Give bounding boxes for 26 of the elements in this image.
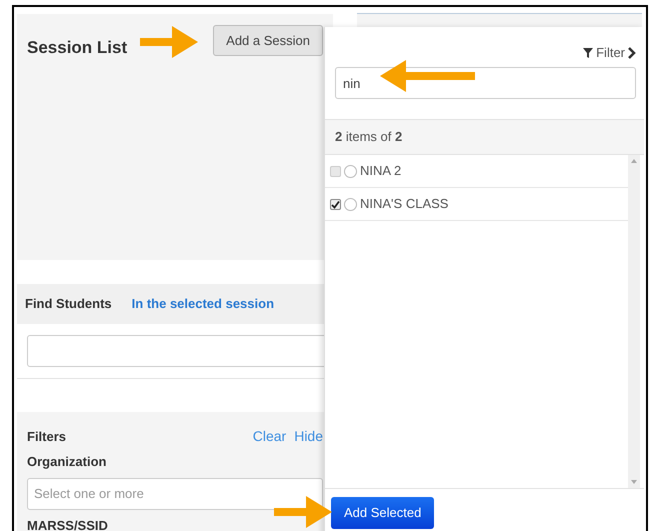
checkbox[interactable] bbox=[330, 198, 341, 210]
arrow-annotation bbox=[274, 494, 332, 530]
session-name: NINA'S CLASS bbox=[360, 195, 448, 214]
organization-field[interactable]: Select one or more bbox=[27, 478, 323, 510]
session-list-title: Session List bbox=[27, 37, 128, 59]
item-count: 2 items of 2 bbox=[335, 128, 402, 146]
add-session-button[interactable]: Add a Session bbox=[213, 25, 323, 56]
scrollbar[interactable] bbox=[628, 155, 640, 488]
session-name: NINA 2 bbox=[360, 162, 402, 180]
session-list-item[interactable]: NINA 2 bbox=[325, 155, 628, 188]
scroll-up-icon[interactable] bbox=[631, 159, 637, 163]
session-search-field[interactable]: nin bbox=[335, 67, 636, 99]
chevron-right-icon bbox=[628, 47, 636, 59]
funnel-icon bbox=[583, 48, 594, 58]
organization-label: Organization bbox=[27, 453, 108, 471]
find-students-title: Find Students bbox=[25, 295, 112, 314]
arrow-annotation bbox=[140, 24, 198, 60]
radio-button[interactable] bbox=[344, 198, 357, 210]
session-list-item[interactable]: NINA'S CLASS bbox=[325, 188, 628, 221]
add-selected-button[interactable]: Add Selected bbox=[331, 497, 434, 529]
selected-session-link[interactable]: In the selected session bbox=[132, 294, 274, 314]
scroll-down-icon[interactable] bbox=[631, 480, 637, 484]
filters-title: Filters bbox=[27, 428, 66, 446]
marss-ssid-label: MARSS/SSID bbox=[27, 516, 109, 531]
filter-button[interactable]: Filter bbox=[583, 39, 636, 67]
radio-button[interactable] bbox=[344, 164, 357, 178]
